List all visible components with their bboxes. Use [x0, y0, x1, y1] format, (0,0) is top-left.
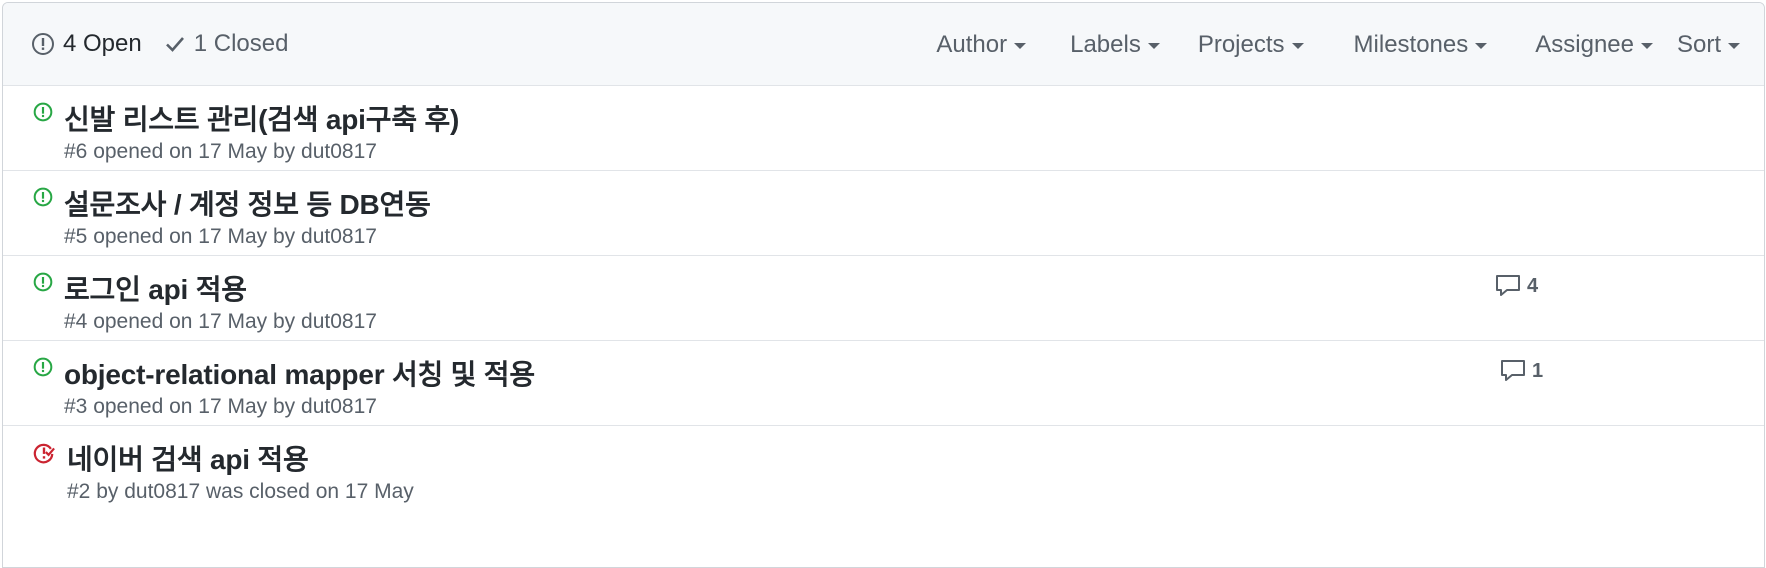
comment-icon	[1501, 360, 1525, 381]
issue-meta: #5 opened on 17 May by dut0817	[64, 225, 377, 249]
issue-number: #2	[67, 480, 91, 503]
issue-row[interactable]: 설문조사 / 계정 정보 등 DB연동 #5 opened on 17 May b…	[3, 171, 1764, 256]
issue-meta: #2 by dut0817 was closed on 17 May	[67, 480, 414, 504]
issues-box: 4 Open 1 Closed Author Labels Projects Mile…	[2, 2, 1765, 568]
issue-title-link[interactable]: 설문조사 / 계정 정보 등 DB연동	[64, 183, 431, 223]
closed-issues-filter[interactable]: 1 Closed	[164, 30, 289, 58]
issue-opened-icon	[33, 187, 53, 207]
issue-title-link[interactable]: 신발 리스트 관리(검색 api구축 후)	[64, 98, 459, 138]
issue-closed-icon	[33, 443, 55, 464]
issue-opened-text: opened on 17 May by	[93, 225, 296, 248]
comments-link[interactable]: 1	[1500, 359, 1543, 383]
comments-link[interactable]: 4	[1495, 274, 1538, 298]
issue-author-link[interactable]: dut0817	[301, 395, 377, 418]
filter-projects[interactable]: Projects	[1198, 31, 1304, 59]
issue-closed-text: was closed on 17 May	[206, 480, 414, 503]
issue-number: #4	[64, 310, 88, 333]
filter-label: Assignee	[1535, 30, 1634, 58]
caret-down-icon	[1475, 43, 1488, 49]
issue-number: #6	[64, 140, 88, 163]
closed-count-label: 1 Closed	[193, 30, 289, 57]
filter-labels[interactable]: Labels	[1070, 31, 1160, 59]
check-icon	[165, 37, 184, 52]
issue-opened-text: opened on 17 May by	[93, 140, 296, 163]
issue-opened-icon	[33, 272, 53, 292]
issue-title-link[interactable]: object-relational mapper 서칭 및 적용	[64, 353, 535, 393]
caret-down-icon	[1640, 43, 1653, 49]
issue-opened-text: opened on 17 May by	[93, 395, 296, 418]
issue-opened-icon	[33, 357, 53, 377]
filter-label: Milestones	[1353, 30, 1469, 58]
issue-title-link[interactable]: 로그인 api 적용	[64, 268, 247, 308]
issue-row[interactable]: 신발 리스트 관리(검색 api구축 후) #6 opened on 17 May…	[3, 86, 1764, 171]
filter-label: Sort	[1676, 30, 1721, 58]
issue-title-link[interactable]: 네이버 검색 api 적용	[67, 438, 309, 478]
issue-row[interactable]: 로그인 api 적용 #4 opened on 17 May by dut0817…	[3, 256, 1764, 341]
filter-milestones[interactable]: Milestones	[1354, 31, 1488, 59]
issues-list-header: 4 Open 1 Closed Author Labels Projects Mile…	[3, 3, 1764, 86]
issue-meta: #6 opened on 17 May by dut0817	[64, 140, 377, 164]
comment-icon	[1496, 275, 1520, 296]
caret-down-icon	[1291, 43, 1304, 49]
issue-meta: #3 opened on 17 May by dut0817	[64, 395, 377, 419]
issue-author-link[interactable]: dut0817	[124, 480, 200, 503]
open-count-label: 4 Open	[63, 30, 142, 57]
issue-number: #3	[64, 395, 88, 418]
issue-by-text: by	[96, 480, 119, 503]
filter-label: Labels	[1070, 30, 1141, 58]
issue-opened-text: opened on 17 May by	[93, 310, 296, 333]
issue-list: 신발 리스트 관리(검색 api구축 후) #6 opened on 17 May…	[3, 86, 1764, 513]
filter-author[interactable]: Author	[936, 30, 1027, 59]
issue-meta: #4 opened on 17 May by dut0817	[64, 310, 377, 334]
issue-author-link[interactable]: dut0817	[301, 140, 377, 163]
caret-down-icon	[1728, 43, 1740, 49]
filter-bar: Author Labels Projects Milestones Assignee So…	[936, 3, 1764, 86]
issue-author-link[interactable]: dut0817	[301, 225, 377, 248]
state-toggle: 4 Open 1 Closed	[31, 30, 288, 58]
issue-number: #5	[64, 225, 88, 248]
filter-label: Projects	[1197, 30, 1285, 58]
caret-down-icon	[1147, 43, 1160, 49]
issue-opened-icon	[32, 33, 54, 55]
issue-opened-icon	[33, 102, 53, 122]
caret-down-icon	[1014, 43, 1027, 49]
filter-sort[interactable]: Sort	[1677, 31, 1740, 59]
filter-assignee[interactable]: Assignee	[1535, 31, 1653, 59]
issue-row[interactable]: 네이버 검색 api 적용 #2 by dut0817 was closed on…	[3, 426, 1764, 513]
issue-row[interactable]: object-relational mapper 서칭 및 적용 #3 opene…	[3, 341, 1764, 426]
open-issues-filter[interactable]: 4 Open	[31, 30, 142, 58]
comment-count: 4	[1527, 274, 1539, 297]
comment-count: 1	[1532, 359, 1544, 382]
issue-author-link[interactable]: dut0817	[301, 310, 377, 333]
filter-label: Author	[936, 30, 1008, 58]
